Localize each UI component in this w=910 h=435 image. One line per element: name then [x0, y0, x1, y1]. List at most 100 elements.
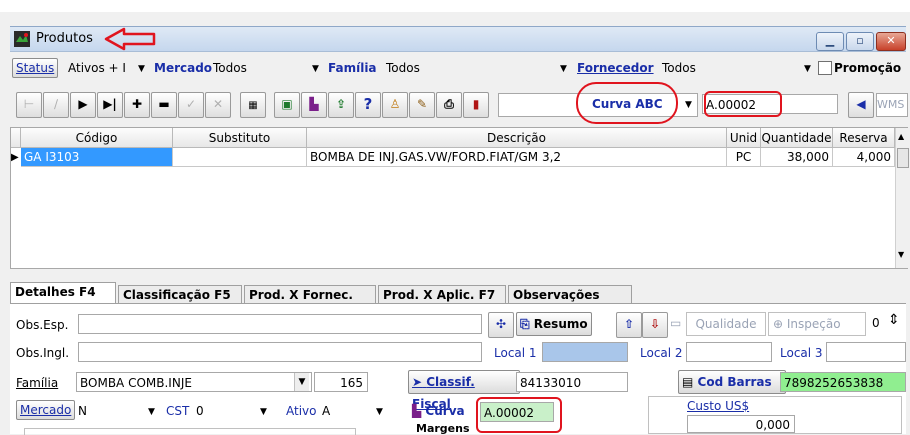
custo-input[interactable]: 0,000 [687, 415, 795, 433]
cst-arrow-icon[interactable]: ▼ [260, 407, 267, 417]
zoom-icon: ⊕ [773, 317, 784, 331]
local1-input[interactable] [542, 342, 628, 362]
mercado-detail-value[interactable]: N [78, 404, 87, 418]
mercado-detail-button[interactable]: Mercado [16, 400, 76, 420]
obs-esp-input[interactable] [78, 314, 482, 334]
check-icon: ✓ [185, 97, 197, 111]
maximize-icon: ▫ [856, 34, 864, 47]
margens-label: Margens [416, 422, 470, 435]
cod-barras-button[interactable]: ▤ Cod Barras [678, 370, 786, 394]
status-dropdown-arrow-icon[interactable]: ▼ [138, 64, 145, 74]
wms-button[interactable]: WMS [876, 93, 908, 117]
obs-ingl-input[interactable] [78, 342, 482, 362]
local2-input[interactable] [686, 342, 772, 362]
back-button[interactable]: ◀ [848, 92, 874, 118]
inspecao-label: Inspeção [786, 317, 841, 331]
scroll-up-icon[interactable]: ▲ [898, 132, 904, 141]
tab-detalhes[interactable]: Detalhes F4 [10, 282, 116, 304]
cell-descricao[interactable]: BOMBA DE INJ.GAS.VW/FORD.FIAT/GM 3,2 [307, 148, 727, 167]
window-title: Produtos [36, 31, 93, 46]
first-icon: ⊢ [23, 97, 35, 111]
filter-bar: Status Ativos + I ▼ Mercado Todos ▼ Famí… [10, 55, 906, 79]
status-button[interactable]: Status [12, 58, 59, 78]
sheet-button[interactable]: ▣ [274, 92, 300, 118]
tab-observacoes[interactable]: Observações F11 [508, 285, 632, 321]
columns-button[interactable]: ▦ [240, 92, 266, 118]
delete-button[interactable]: ▬ [151, 92, 177, 118]
spin-icon[interactable]: ⇕ [888, 312, 900, 328]
classif-fiscal-button[interactable]: ➤ Classif. Fiscal [408, 370, 520, 411]
columns-icon: ▦ [248, 100, 258, 111]
upload-button[interactable]: ⇧ [616, 312, 642, 338]
cst-value[interactable]: 0 [196, 404, 204, 418]
inspecao-value[interactable]: 0 [872, 316, 880, 330]
insert-button[interactable]: ✚ [124, 92, 150, 118]
ativo-value[interactable]: A [322, 404, 330, 418]
familia-select-arrow-icon[interactable]: ▼ [294, 373, 309, 391]
resumo-label: Resumo [533, 317, 588, 331]
flag-icon: ✣ [495, 317, 507, 331]
minimize-button[interactable]: ▁ [816, 32, 844, 51]
tab-prod-aplic[interactable]: Prod. X Aplic. F7 [378, 285, 506, 304]
cod-barras-input[interactable]: 7898252653838 [780, 372, 906, 392]
tab-classificacao[interactable]: Classificação F5 [118, 285, 242, 304]
curva-abc-dropdown-arrow-icon[interactable]: ▼ [685, 100, 692, 110]
exit-button[interactable]: ▮ [463, 92, 489, 118]
x-icon: ✕ [212, 97, 224, 111]
local3-input[interactable] [826, 342, 906, 362]
status-value[interactable]: Ativos + I [68, 61, 126, 75]
familia-code-input[interactable]: 165 [314, 372, 368, 392]
print-button[interactable]: ⎙ [436, 92, 462, 118]
details-panel: Obs.Esp. ✣ ⎘ Resumo ⇧ ⇩ ▭ Qualidade ⊕ In… [10, 303, 906, 435]
inspecao-button[interactable]: ⊕ Inspeção [768, 312, 866, 336]
familia-select[interactable]: BOMBA COMB.INJE ▼ [76, 372, 312, 392]
close-button[interactable]: ✕ [876, 32, 906, 51]
printer-icon: ⎙ [444, 97, 454, 111]
cell-unid[interactable]: PC [727, 148, 761, 167]
familia-dropdown-arrow-icon[interactable]: ▼ [560, 64, 567, 74]
mercado-detail-arrow-icon[interactable]: ▼ [148, 407, 155, 417]
mercado-filter-value[interactable]: Todos [213, 61, 247, 75]
promocao-checkbox[interactable] [818, 61, 832, 75]
cancel-button[interactable]: ✕ [205, 92, 231, 118]
exit-door-icon: ▮ [472, 97, 480, 111]
next-record-button[interactable]: ▶ [70, 92, 96, 118]
local3-label: Local 3 [780, 346, 823, 360]
table-row[interactable]: GA I3103 BOMBA DE INJ.GAS.VW/FORD.FIAT/G… [11, 128, 895, 168]
promocao-label: Promoção [834, 61, 902, 75]
ativo-arrow-icon[interactable]: ▼ [376, 407, 383, 417]
curva-detail-button[interactable]: ▙ Curva [412, 400, 465, 422]
download-button[interactable]: ⇩ [642, 312, 668, 338]
cell-substituto[interactable] [173, 148, 307, 167]
vertical-scrollbar[interactable]: ▲ ▼ [895, 128, 909, 268]
qualidade-button[interactable]: Qualidade [686, 312, 766, 336]
scroll-down-icon[interactable]: ▼ [898, 250, 904, 259]
chart-button[interactable]: ▙ [301, 92, 327, 118]
cell-reserva[interactable]: 4,000 [833, 148, 895, 167]
prior-record-button[interactable]: ∕ [43, 92, 69, 118]
first-record-button[interactable]: ⊢ [16, 92, 42, 118]
fornecedor-filter-label[interactable]: Fornecedor [577, 61, 654, 75]
export-button[interactable]: ⇪ [328, 92, 354, 118]
help-button[interactable]: ? [355, 92, 381, 118]
minus-icon: ▬ [158, 97, 170, 111]
scroll-thumb[interactable] [897, 148, 909, 168]
maximize-button[interactable]: ▫ [846, 32, 874, 51]
products-grid[interactable]: Código Substituto Descrição Unid Quantid… [10, 127, 909, 269]
fornecedor-filter-value[interactable]: Todos [662, 61, 696, 75]
fornecedor-dropdown-arrow-icon[interactable]: ▼ [804, 64, 811, 74]
mercado-dropdown-arrow-icon[interactable]: ▼ [312, 64, 319, 74]
resumo-button[interactable]: ⎘ Resumo [516, 312, 592, 336]
cell-quantidade[interactable]: 38,000 [761, 148, 833, 167]
cell-codigo[interactable]: GA I3103 [21, 148, 173, 167]
last-record-button[interactable]: ▶| [97, 92, 123, 118]
user-button[interactable]: ♙ [382, 92, 408, 118]
tab-prod-fornec[interactable]: Prod. X Fornec. F6 [244, 285, 376, 321]
post-button[interactable]: ✓ [178, 92, 204, 118]
familia-filter-value[interactable]: Todos [386, 61, 420, 75]
tools-button[interactable]: ✎ [409, 92, 435, 118]
export-icon: ⇪ [335, 97, 347, 111]
play-icon: ▶ [78, 97, 88, 111]
classif-fiscal-input[interactable]: 84133010 [516, 372, 628, 392]
brazil-flag-button[interactable]: ✣ [488, 312, 514, 338]
